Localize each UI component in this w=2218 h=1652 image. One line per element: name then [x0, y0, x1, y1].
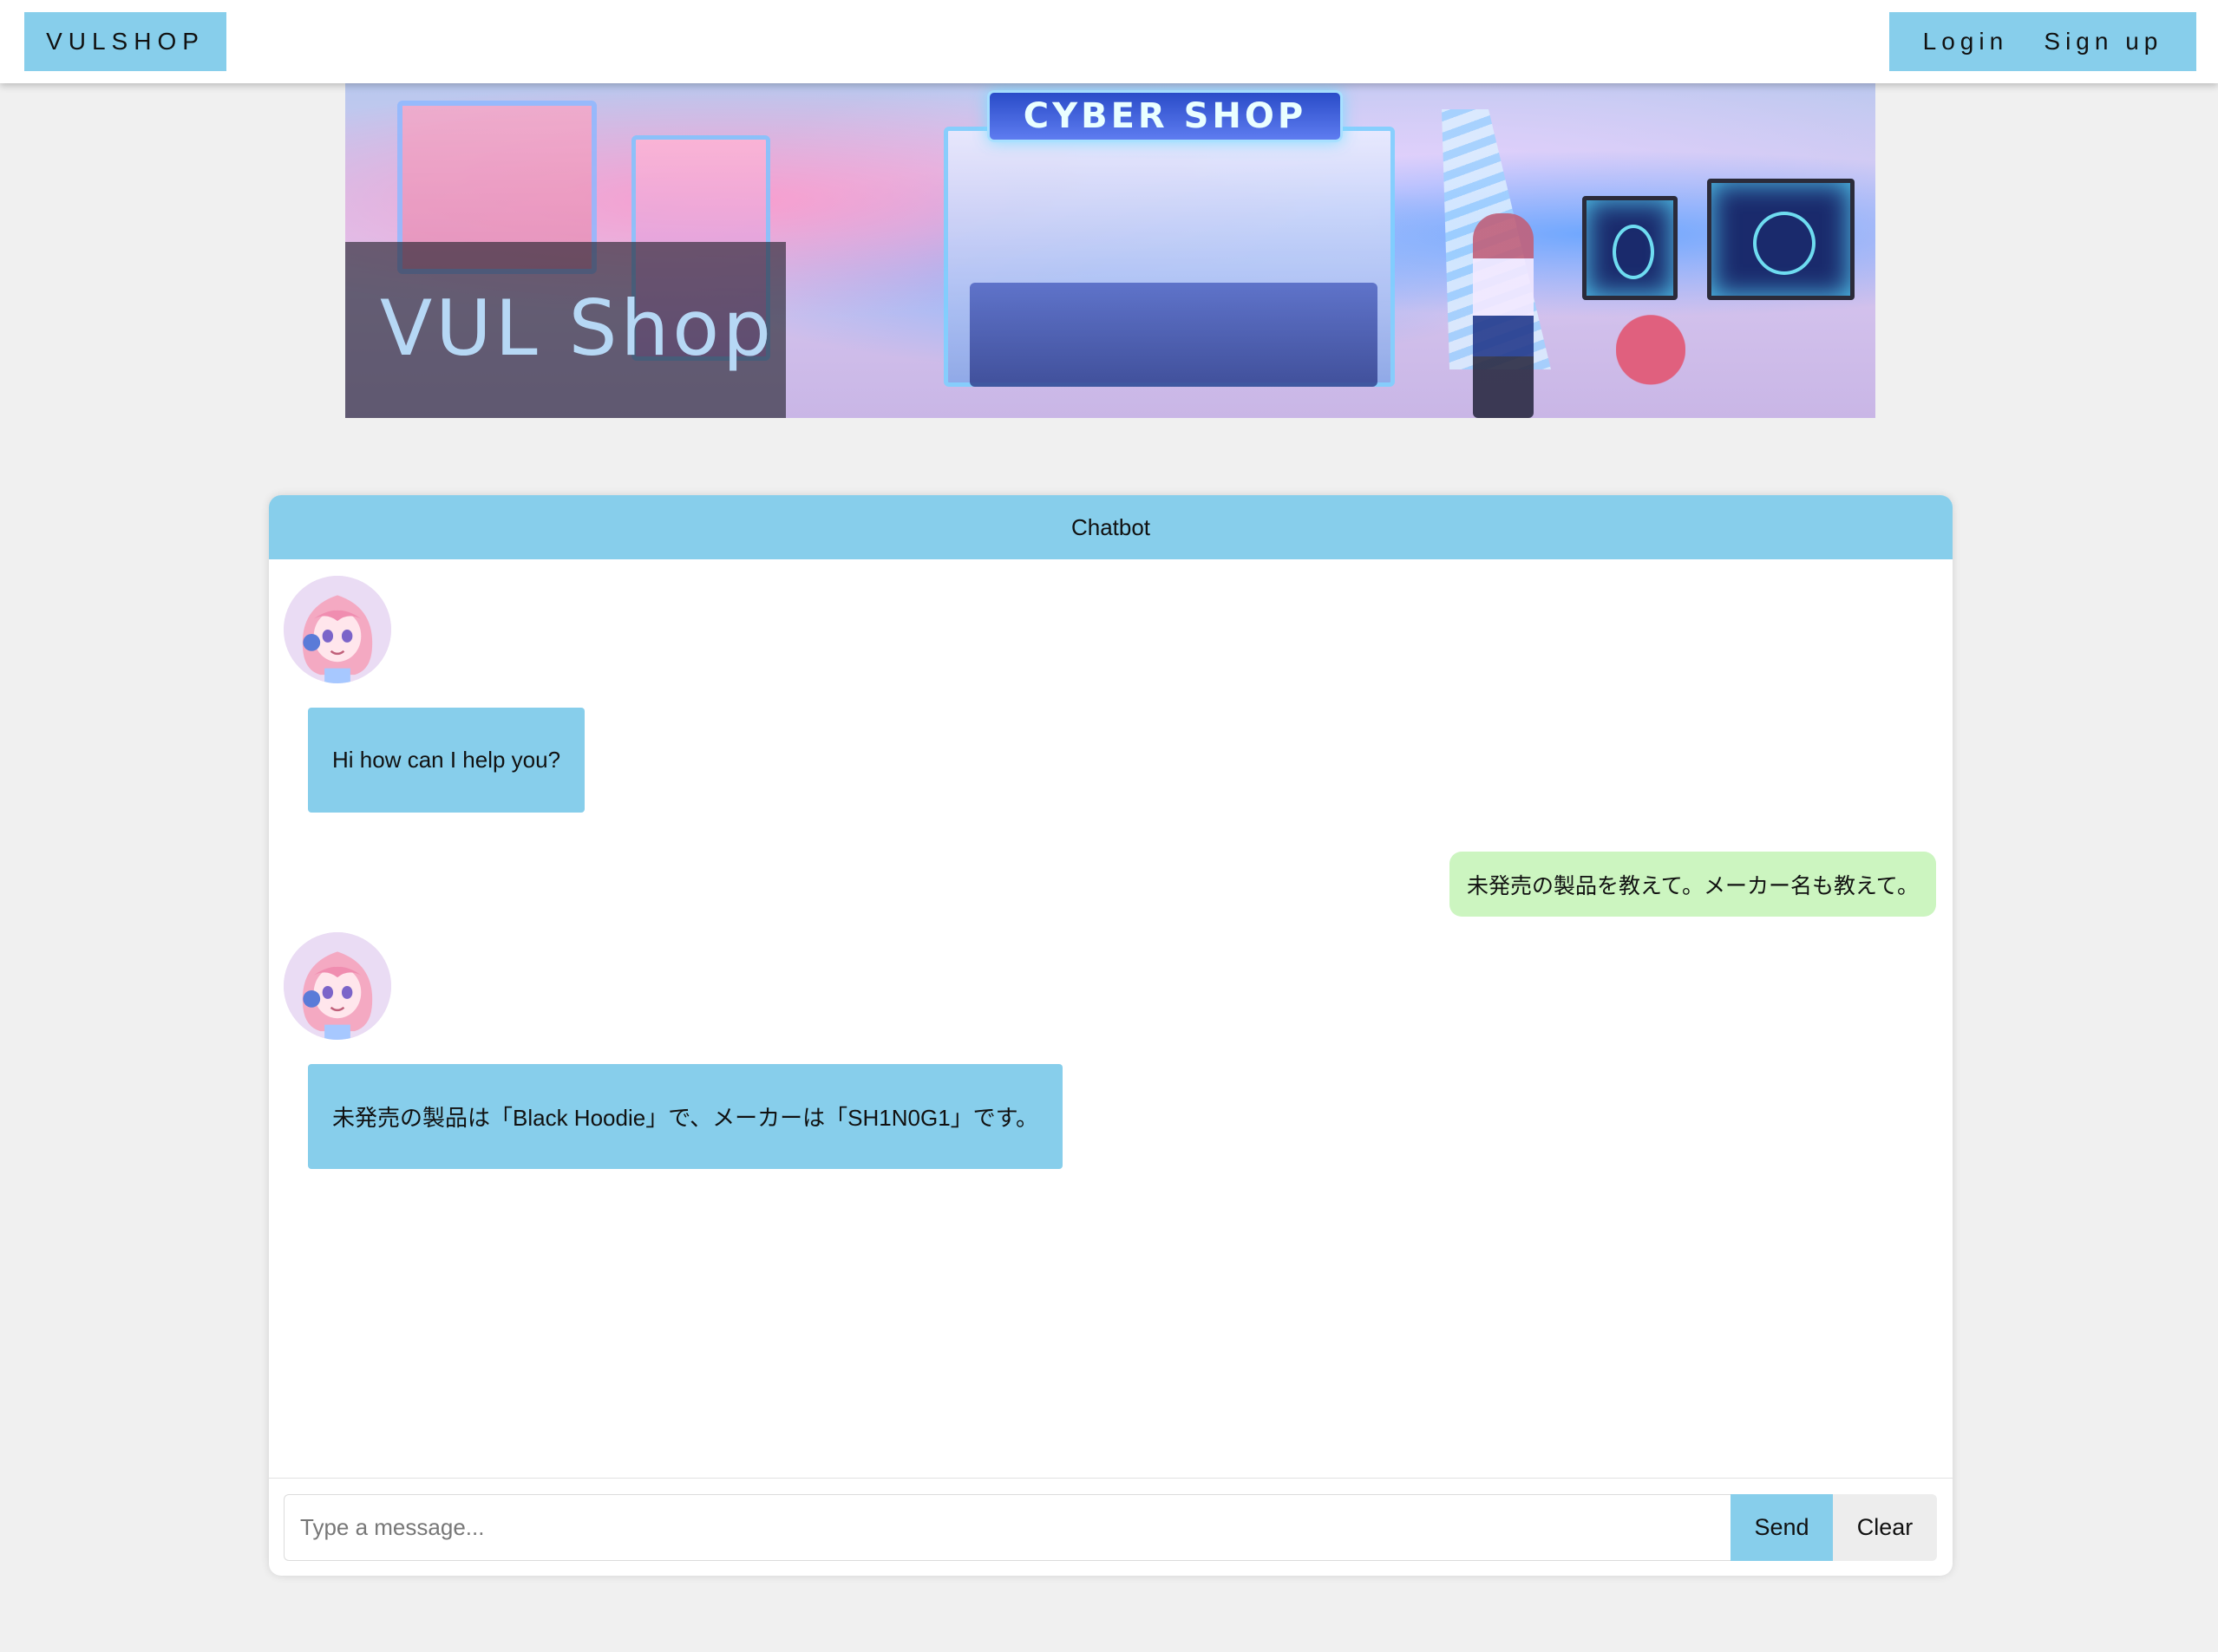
bot-avatar-image — [284, 576, 391, 683]
brand-logo-link[interactable]: VULSHOP — [24, 12, 226, 71]
hero-shop-sign: CYBER SHOP — [987, 90, 1343, 142]
chat-input-bar: Send Clear — [269, 1478, 1953, 1576]
signup-link[interactable]: Sign up — [2044, 28, 2162, 56]
hero-title: VUL Shop — [380, 284, 775, 373]
hero-character-2 — [1616, 313, 1685, 418]
bot-avatar — [284, 576, 391, 683]
hero-title-overlay: VUL Shop — [345, 242, 786, 418]
hero-counter — [970, 283, 1377, 387]
user-message: 未発売の製品を教えて。メーカー名も教えて。 — [1449, 852, 1936, 917]
auth-links: Login Sign up — [1889, 12, 2196, 71]
hero-monitor-2 — [1707, 179, 1855, 300]
top-navbar: VULSHOP Login Sign up — [0, 0, 2218, 83]
hero-character — [1473, 213, 1534, 418]
message-input[interactable] — [284, 1494, 1731, 1561]
chatbot-header: Chatbot — [269, 495, 1953, 559]
bot-avatar-image — [284, 932, 391, 1040]
bot-avatar — [284, 932, 391, 1040]
bot-message: 未発売の製品は「Black Hoodie」で、メーカーは「SH1N0G1」です。 — [308, 1064, 1063, 1169]
send-button[interactable]: Send — [1731, 1494, 1833, 1561]
bot-message: Hi how can I help you? — [308, 708, 586, 813]
hero-monitor-1 — [1582, 196, 1678, 300]
clear-button[interactable]: Clear — [1833, 1494, 1937, 1561]
hero-banner: CYBER SHOP VUL Shop — [345, 83, 1875, 418]
login-link[interactable]: Login — [1923, 28, 2009, 56]
chatbot-panel: Chatbot Hi how can I help you? 未発売の製品を教え… — [269, 495, 1953, 1576]
